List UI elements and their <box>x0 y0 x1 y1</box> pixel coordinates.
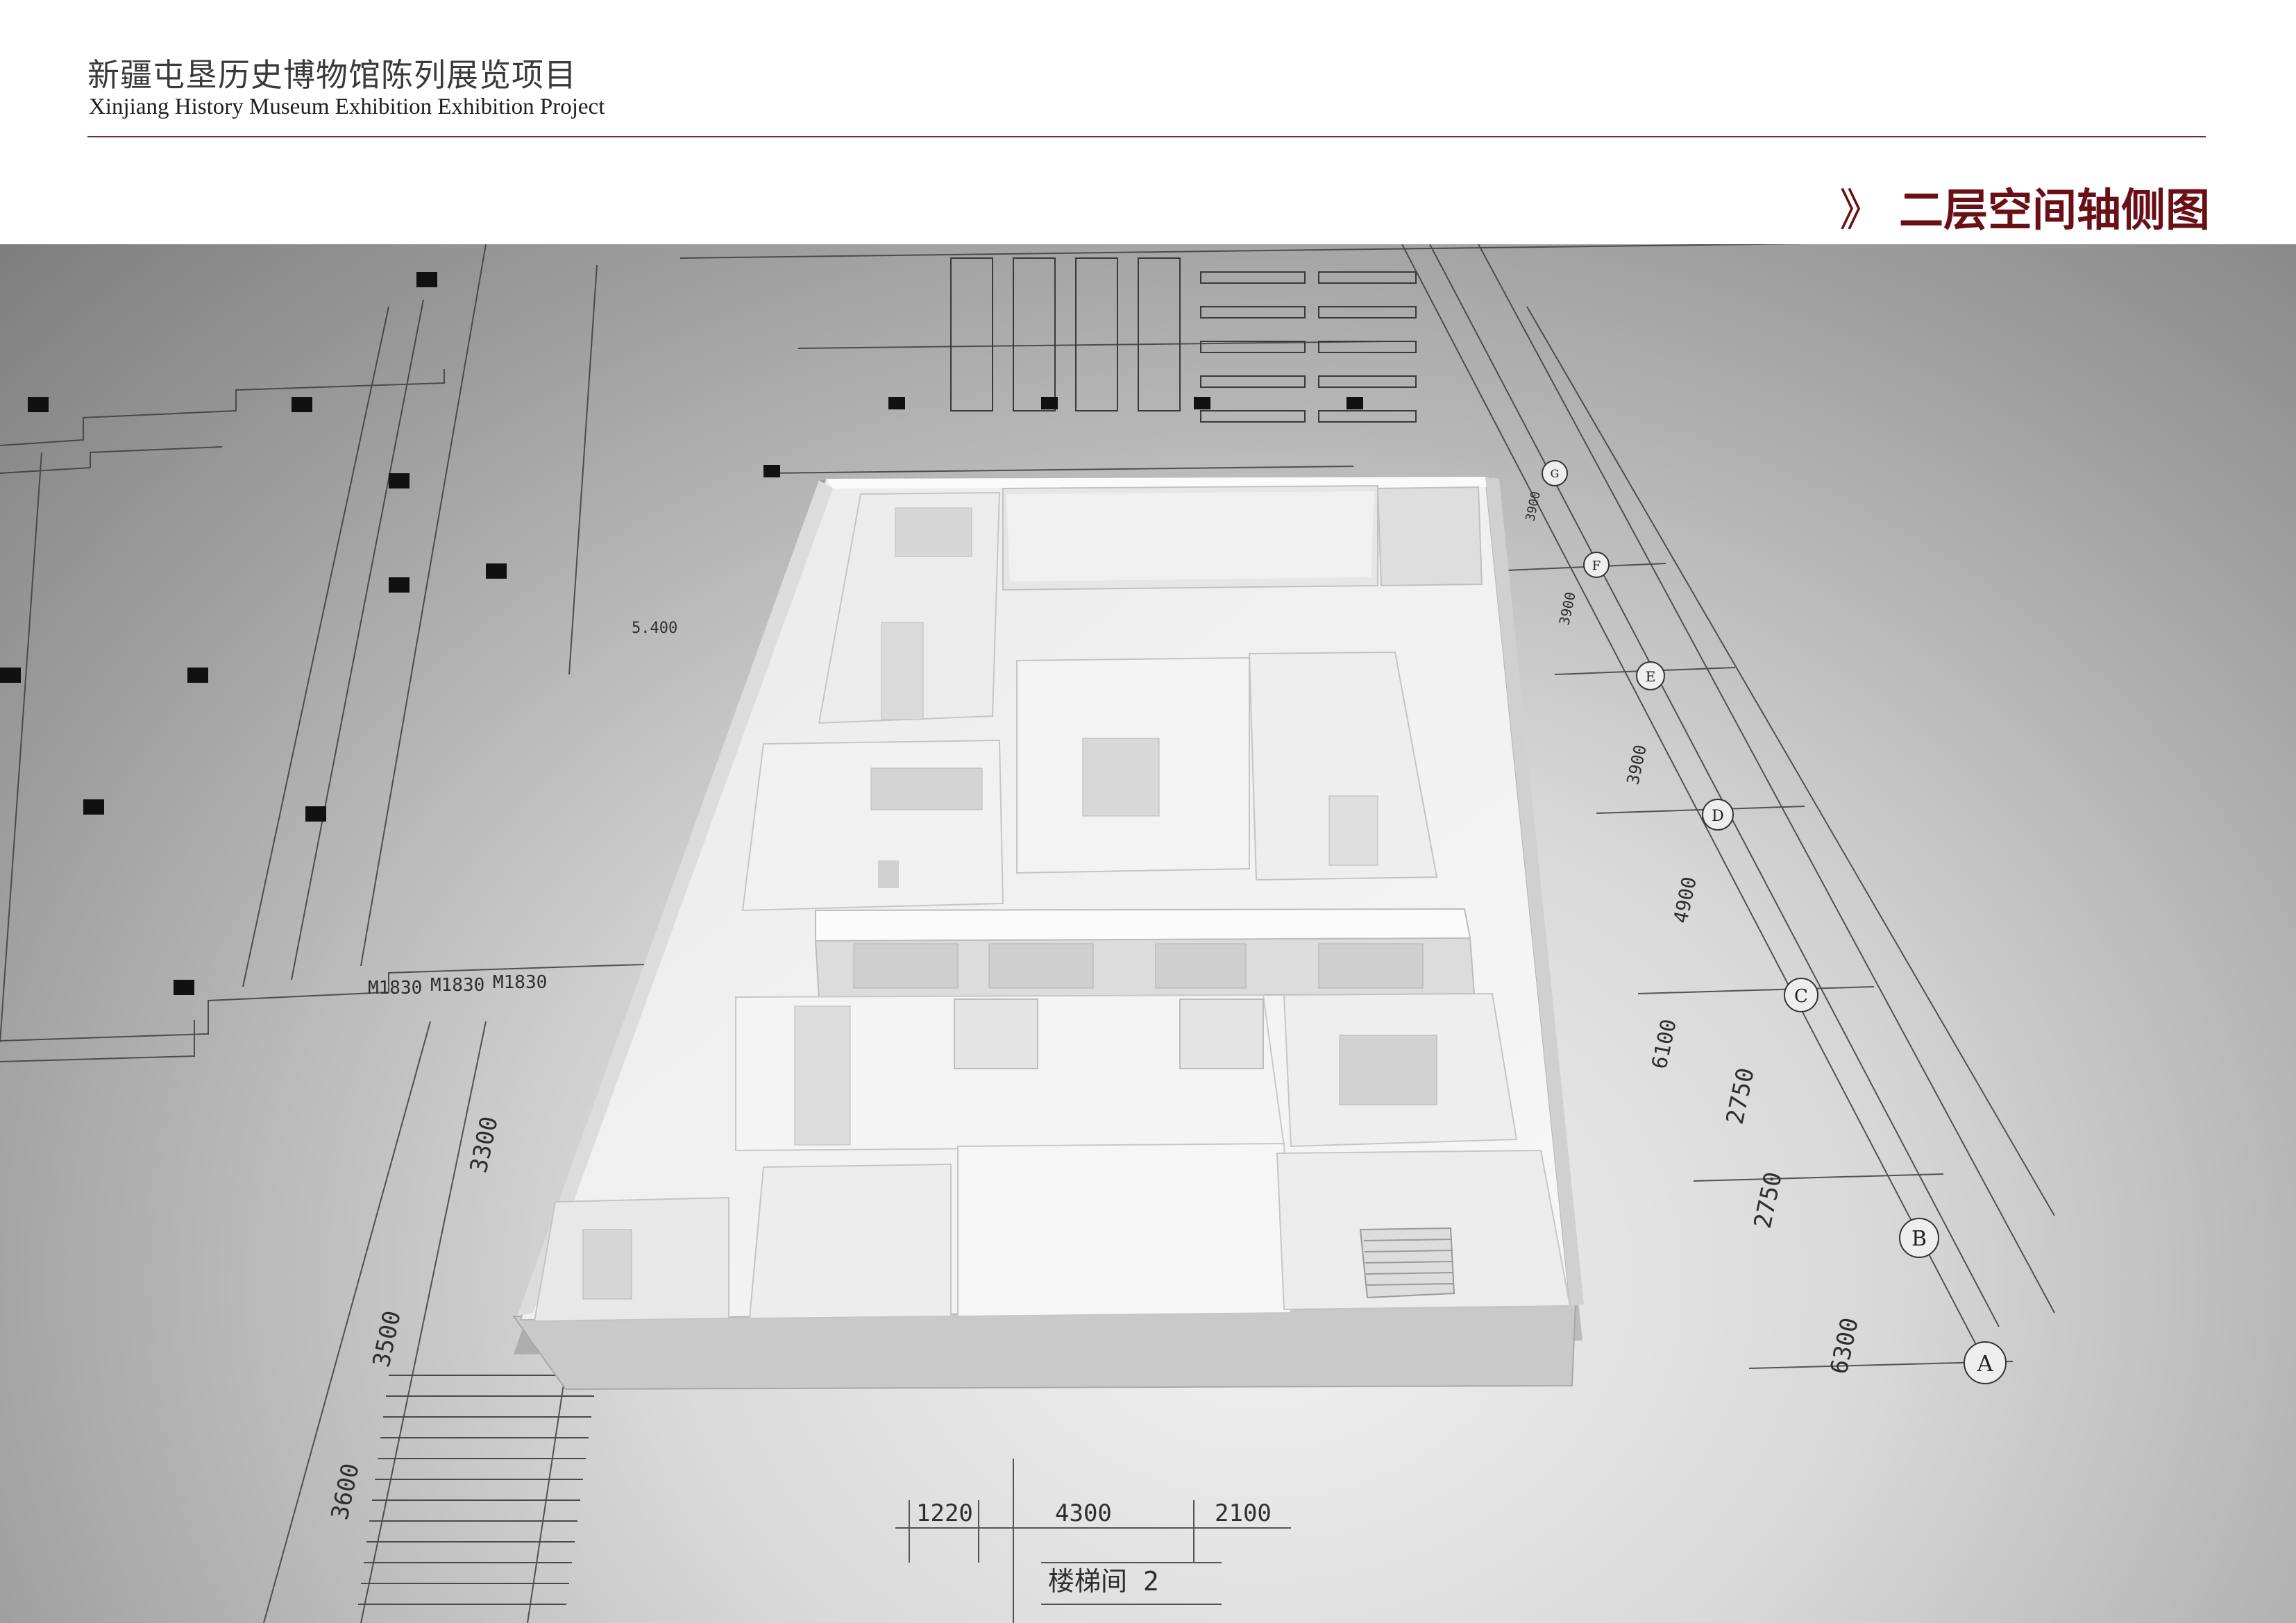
svg-text:A: A <box>1976 1350 1993 1377</box>
svg-text:1220: 1220 <box>916 1499 973 1527</box>
svg-text:M1830: M1830 <box>368 978 422 999</box>
axonometric-render: A B C D E F G 1220 4300 2100 3300 3500 3… <box>0 244 2296 1623</box>
svg-text:6100: 6100 <box>1648 1017 1682 1071</box>
stair-model <box>1359 1227 1455 1299</box>
svg-text:D: D <box>1712 808 1724 825</box>
svg-text:3300: 3300 <box>465 1114 504 1175</box>
seating-grid <box>950 257 1417 423</box>
svg-text:C: C <box>1794 986 1808 1007</box>
svg-text:B: B <box>1911 1227 1927 1251</box>
svg-text:2750: 2750 <box>1721 1065 1760 1126</box>
project-title-cn: 新疆屯垦历史博物馆陈列展览项目 <box>87 56 577 94</box>
svg-text:F: F <box>1592 559 1601 573</box>
svg-text:6300: 6300 <box>1825 1315 1864 1376</box>
svg-text:4300: 4300 <box>1055 1499 1112 1527</box>
svg-text:3500: 3500 <box>368 1308 407 1369</box>
svg-text:M1830: M1830 <box>493 972 547 993</box>
svg-text:3600: 3600 <box>326 1461 365 1522</box>
page-header: 新疆屯垦历史博物馆陈列展览项目 Xinjiang History Museum … <box>0 0 2296 244</box>
svg-text:3900: 3900 <box>1623 743 1650 786</box>
door-labels: M1830 M1830 M1830 <box>368 972 547 999</box>
svg-text:2100: 2100 <box>1215 1499 1272 1527</box>
chevron-icon: 》 <box>1839 185 1884 237</box>
svg-text:4900: 4900 <box>1669 875 1701 926</box>
header-divider <box>87 136 2206 137</box>
svg-text:E: E <box>1646 668 1656 685</box>
stair-hatch <box>358 1375 597 1605</box>
svg-text:3900: 3900 <box>1555 590 1578 627</box>
project-title-en: Xinjiang History Museum Exhibition Exhib… <box>89 94 605 119</box>
svg-text:3900: 3900 <box>1523 490 1544 522</box>
elevation-label: 5.400 <box>632 620 677 637</box>
svg-text:M1830: M1830 <box>430 975 484 996</box>
grid-axis-markers <box>1542 460 2007 1384</box>
section-label: 楼梯间 2 <box>1048 1566 1159 1597</box>
axonometric-drawing: A B C D E F G 1220 4300 2100 3300 3500 3… <box>0 244 2055 1623</box>
building-model <box>512 475 1584 1391</box>
section-heading: 》二层空间轴侧图 <box>1839 175 2210 239</box>
svg-text:G: G <box>1551 467 1560 480</box>
section-heading-text: 二层空间轴侧图 <box>1899 185 2210 237</box>
